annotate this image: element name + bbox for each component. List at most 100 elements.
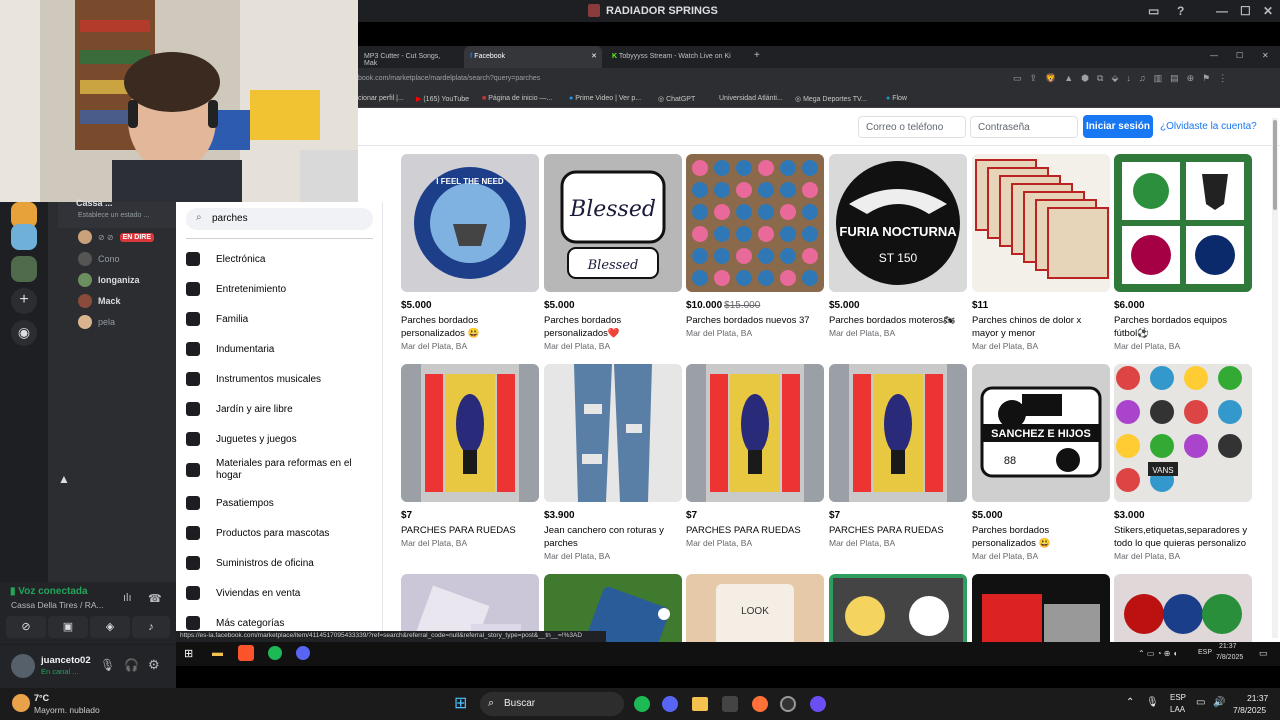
tab-active[interactable]: f Facebook ✕ bbox=[464, 46, 602, 68]
status-placeholder[interactable]: Establece un estado ... bbox=[78, 212, 149, 219]
spotify-icon[interactable] bbox=[634, 696, 650, 712]
listing-image[interactable]: Blessed Blessed bbox=[544, 154, 682, 292]
listing-image[interactable] bbox=[1114, 154, 1252, 292]
voice-user[interactable]: Cono bbox=[78, 252, 120, 266]
listing-card[interactable] bbox=[829, 574, 967, 642]
listing-image[interactable] bbox=[686, 364, 824, 502]
listing-card[interactable]: $7 PARCHES PARA RUEDAS Mar del Plata, BA bbox=[829, 364, 967, 548]
scrollbar-thumb[interactable] bbox=[1273, 120, 1277, 210]
bookmark[interactable]: Mega Deportes TV... bbox=[803, 96, 867, 103]
login-button[interactable]: Iniciar sesión bbox=[1083, 115, 1153, 138]
start-icon[interactable]: ⊞ bbox=[454, 695, 472, 713]
soundboard-icon[interactable]: ılı bbox=[123, 592, 132, 604]
listing-image[interactable]: FURIA NOCTURNA ST 150 bbox=[829, 154, 967, 292]
discord-icon[interactable] bbox=[662, 696, 678, 712]
bookmark[interactable]: Página de inicio —... bbox=[488, 95, 552, 102]
soundboard-button[interactable]: ♪ bbox=[132, 616, 170, 638]
screen-share-button[interactable]: ▣ bbox=[48, 616, 88, 638]
listing-card[interactable]: FURIA NOCTURNA ST 150 $5.000 Parches bordad… bbox=[829, 154, 967, 338]
voice-user[interactable]: Mack bbox=[78, 294, 121, 308]
category-item[interactable]: Juguetes y juegos bbox=[186, 432, 297, 446]
category-item[interactable]: Viviendas en venta bbox=[186, 586, 300, 600]
server-icon[interactable] bbox=[11, 224, 37, 250]
listing-card[interactable]: $10.000 $15.000 Parches bordados nuevos 37… bbox=[686, 154, 824, 338]
bookmark[interactable]: ChatGPT bbox=[666, 96, 695, 103]
category-item[interactable]: Jardín y aire libre bbox=[186, 402, 293, 416]
search-input[interactable]: ⌕ parches bbox=[186, 208, 373, 230]
close-tab-icon[interactable]: ✕ bbox=[591, 52, 597, 60]
bookmark[interactable]: cionar perfil |... bbox=[358, 95, 404, 102]
server-banner[interactable]: Cassa ... Establece un estado ... bbox=[58, 198, 176, 228]
clock-time[interactable]: 21:37 bbox=[1219, 643, 1237, 650]
listing-image[interactable] bbox=[829, 574, 967, 642]
listing-card[interactable] bbox=[972, 574, 1110, 642]
listing-image[interactable] bbox=[1114, 574, 1252, 642]
voice-user[interactable]: longaniza bbox=[78, 273, 140, 287]
listing-image[interactable]: SANCHEZ E HIJOS 88 bbox=[972, 364, 1110, 502]
listing-image[interactable] bbox=[829, 364, 967, 502]
keyboard-layout[interactable]: LAA bbox=[1170, 705, 1185, 714]
listing-card[interactable]: $11 Parches chinos de dolor x mayor y men… bbox=[972, 154, 1110, 351]
weather-desc[interactable]: Mayorm. nublado bbox=[34, 705, 100, 715]
discord-icon[interactable] bbox=[296, 646, 310, 660]
activity-button[interactable]: ◈ bbox=[90, 616, 130, 638]
headphones-icon[interactable]: 🎧 bbox=[124, 658, 139, 672]
category-item[interactable]: Pasatiempos bbox=[186, 496, 274, 510]
minimize-icon[interactable]: — bbox=[1216, 4, 1228, 18]
category-item[interactable]: Materiales para reformas en el hogar bbox=[186, 458, 356, 482]
tab[interactable]: K Tobyyyss Stream - Watch Live on Ki bbox=[606, 46, 746, 68]
listing-card[interactable]: $6.000 Parches bordados equipos fútbol⚽ Ma… bbox=[1114, 154, 1252, 351]
listing-card[interactable] bbox=[1114, 574, 1252, 642]
taskbar-search[interactable]: ⌕ Buscar bbox=[480, 692, 624, 716]
tab[interactable]: MP3 Cutter - Cut Songs, Mak bbox=[358, 46, 458, 68]
listing-image[interactable] bbox=[544, 364, 682, 502]
listing-image[interactable] bbox=[686, 154, 824, 292]
spotify-icon[interactable] bbox=[268, 646, 282, 660]
clock-date[interactable]: 7/8/2025 bbox=[1233, 705, 1266, 715]
windows-icon[interactable]: ⊞ bbox=[184, 647, 193, 660]
app-icon[interactable] bbox=[810, 696, 826, 712]
brave-icon[interactable] bbox=[238, 645, 254, 661]
listing-card[interactable]: LOOK bbox=[686, 574, 824, 642]
category-item[interactable]: Electrónica bbox=[186, 252, 265, 266]
firefox-icon[interactable] bbox=[752, 696, 768, 712]
listing-image[interactable]: LOOK bbox=[686, 574, 824, 642]
disconnect-icon[interactable]: ☎ bbox=[148, 592, 162, 605]
steam-icon[interactable] bbox=[780, 696, 796, 712]
listing-card[interactable]: VANS $3.000 Stikers,etiquetas,separadores … bbox=[1114, 364, 1252, 561]
category-item[interactable]: Suministros de oficina bbox=[186, 556, 314, 570]
close-icon[interactable]: ✕ bbox=[1263, 4, 1273, 18]
avatar[interactable] bbox=[11, 654, 35, 678]
bookmark[interactable]: Prime Video | Ver p... bbox=[575, 95, 641, 102]
tray-icons[interactable]: ⌃ ▭ ◔ ⊕ ◖ bbox=[1138, 649, 1178, 658]
weather-icon[interactable] bbox=[12, 694, 30, 712]
listing-image[interactable] bbox=[972, 574, 1110, 642]
bookmark[interactable]: Universidad Atlánti... bbox=[719, 95, 783, 102]
maximize-icon[interactable]: ☐ bbox=[1236, 51, 1243, 60]
voice-user-streaming[interactable]: ⊘ ⊘ EN DIRE bbox=[78, 230, 155, 244]
url-input[interactable]: book.com/marketplace/mardelplata/search?… bbox=[358, 75, 540, 82]
listing-card[interactable]: I FEEL THE NEED $5.000 Parches bordados pe… bbox=[401, 154, 539, 351]
listing-card[interactable]: $3.900 Jean canchero con roturas y parche… bbox=[544, 364, 682, 561]
inbox-icon[interactable]: ▭ bbox=[1148, 4, 1159, 18]
listing-image[interactable] bbox=[401, 364, 539, 502]
voice-channel[interactable]: Cassa Della Tires / RA... bbox=[11, 600, 104, 610]
listing-image[interactable]: I FEEL THE NEED bbox=[401, 154, 539, 292]
listing-card[interactable]: Blessed Blessed $5.000 Parches bordados per… bbox=[544, 154, 682, 351]
clock-date[interactable]: 7/8/2025 bbox=[1216, 654, 1243, 661]
language-indicator[interactable]: ESP bbox=[1170, 693, 1186, 702]
listing-card[interactable]: $7 PARCHES PARA RUEDAS Mar del Plata, BA bbox=[401, 364, 539, 548]
store-icon[interactable] bbox=[722, 696, 738, 712]
password-field[interactable]: Contraseña bbox=[970, 116, 1078, 138]
listing-image[interactable] bbox=[972, 154, 1110, 292]
bookmark[interactable]: (165) YouTube bbox=[423, 96, 469, 103]
category-item[interactable]: Indumentaria bbox=[186, 342, 274, 356]
category-item[interactable]: Entretenimiento bbox=[186, 282, 286, 296]
language-indicator[interactable]: ESP bbox=[1198, 649, 1212, 656]
volume-icon[interactable]: 🔊 bbox=[1213, 697, 1225, 708]
minimize-icon[interactable]: — bbox=[1210, 51, 1218, 60]
bookmark[interactable]: Flow bbox=[892, 95, 907, 102]
server-icon[interactable] bbox=[11, 256, 37, 282]
network-icon[interactable]: ▭ bbox=[1196, 697, 1205, 708]
add-server-icon[interactable]: + bbox=[11, 288, 37, 314]
